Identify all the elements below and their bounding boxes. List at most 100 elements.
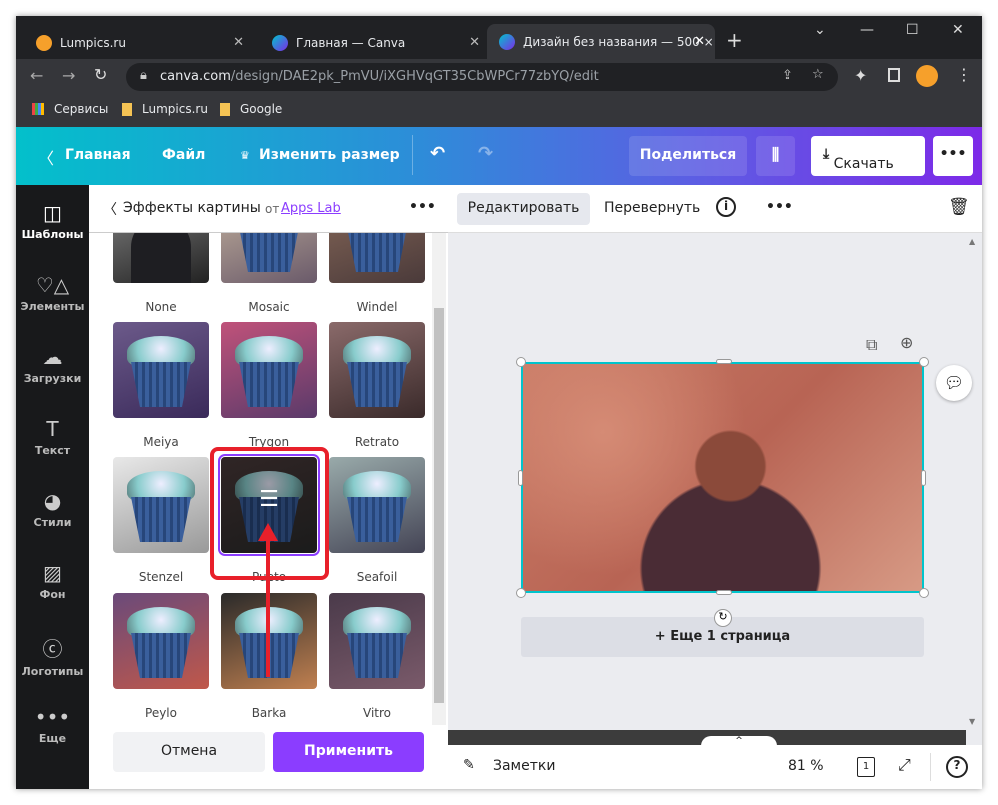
more-options-icon[interactable]: ••• (409, 199, 436, 215)
selected-image[interactable] (521, 362, 924, 593)
effect-thumbnail-meiya[interactable] (113, 322, 209, 418)
sidebar-item-logos[interactable]: ⓒ Логотипы (16, 633, 89, 678)
bookmark-lumpics[interactable]: Lumpics.ru (142, 102, 208, 116)
vertical-scrollbar[interactable]: ▲ ▼ (966, 233, 980, 728)
effect-label: Vitro (363, 706, 391, 720)
home-button[interactable]: Главная (65, 147, 131, 163)
insights-icon[interactable]: ⫼ (756, 136, 795, 176)
author-link[interactable]: Apps Lab (281, 201, 341, 216)
tab-title: Lumpics.ru (60, 35, 126, 50)
tab-search-icon[interactable]: ⌄ (814, 22, 826, 38)
sidebar-label: Элементы (20, 300, 85, 313)
effect-thumbnail-mosaic[interactable] (221, 233, 317, 283)
tab-design[interactable]: Дизайн без названия — 500 × ✕ (487, 24, 715, 59)
sidebar-item-text[interactable]: T Текст (16, 417, 89, 457)
apply-button[interactable]: Применить (273, 732, 424, 772)
new-tab-button[interactable]: + (726, 28, 743, 52)
sidebar-item-background[interactable]: ▨ Фон (16, 561, 89, 601)
edit-button[interactable]: Редактировать (457, 193, 590, 225)
effect-label: Peylo (145, 706, 177, 720)
upload-icon: ☁ (42, 345, 63, 369)
canva-header: 〈 Главная Файл ♛ Изменить размер ↶ ↷ Под… (16, 127, 982, 185)
address-bar[interactable]: 🔒︎ canva.com/design/DAE2pk_PmVU/iXGHVqGT3… (126, 63, 838, 91)
extensions-icon[interactable]: ✦ (854, 66, 867, 85)
add-page-icon[interactable]: ⊕ (900, 333, 913, 352)
rotate-icon[interactable]: ↻ (714, 609, 732, 627)
back-icon[interactable]: ← (30, 66, 43, 85)
close-icon[interactable]: ✕ (233, 35, 244, 50)
folder-icon (122, 103, 132, 116)
effect-thumbnail-none[interactable] (113, 233, 209, 283)
file-menu[interactable]: Файл (162, 147, 205, 163)
add-comment-button[interactable]: 💬︎ (936, 365, 972, 401)
sidebar-item-more[interactable]: ••• Еще (16, 705, 89, 745)
effect-thumbnail-seafoil[interactable] (329, 457, 425, 553)
sidebar-item-templates[interactable]: ◫ Шаблоны (16, 201, 89, 241)
more-icon: ••• (34, 705, 71, 729)
fullscreen-icon[interactable]: ⤢ (898, 755, 911, 775)
page-count-button[interactable]: 1 (857, 757, 875, 777)
close-icon[interactable]: ✕ (469, 35, 480, 50)
flip-button[interactable]: Перевернуть (604, 200, 700, 216)
menu-icon[interactable]: ⋮ (956, 65, 972, 84)
zoom-level[interactable]: 81 % (788, 758, 824, 774)
sidebar-item-uploads[interactable]: ☁ Загрузки (16, 345, 89, 385)
sidebar-label: Стили (33, 516, 72, 529)
share-icon[interactable]: ⇪ (782, 68, 793, 83)
lock-icon: 🔒︎ (140, 68, 147, 83)
sidebar-item-styles[interactable]: ◕ Стили (16, 489, 89, 529)
star-icon[interactable]: ☆ (812, 67, 824, 82)
resize-button[interactable]: Изменить размер (259, 147, 400, 163)
sidebar-label: Еще (38, 732, 67, 745)
effect-thumbnail-stenzel[interactable] (113, 457, 209, 553)
sidepanel-icon[interactable] (888, 68, 900, 82)
forward-icon[interactable]: → (62, 66, 75, 85)
effect-thumbnail-windel[interactable] (329, 233, 425, 283)
help-icon[interactable]: ? (946, 756, 968, 778)
more-icon[interactable]: ••• (766, 199, 793, 215)
red-arrow-annotation (258, 523, 278, 677)
redo-icon[interactable]: ↷ (478, 143, 493, 164)
background-icon: ▨ (43, 561, 62, 585)
duplicate-page-icon[interactable]: ⧉ (866, 335, 877, 355)
close-icon[interactable]: ✕ (694, 34, 705, 49)
url-path: /design/DAE2pk_PmVU/iXGHVqGT35CbWPCr77zb… (230, 69, 599, 84)
effect-label: Meiya (143, 435, 179, 449)
sidebar-label: Фон (39, 588, 66, 601)
reload-icon[interactable]: ↻ (94, 65, 107, 84)
notes-button[interactable]: Заметки (493, 758, 555, 774)
share-button[interactable]: Поделиться (629, 136, 747, 176)
orange-icon (36, 34, 52, 51)
effect-thumbnail-retrato[interactable] (329, 322, 425, 418)
trash-icon[interactable]: 🗑︎ (948, 197, 970, 217)
effect-thumbnail-peylo[interactable] (113, 593, 209, 689)
sidebar: ◫ Шаблоны ♡△ Элементы ☁ Загрузки T Текст ◕ Ст… (16, 185, 89, 789)
tab-lumpics[interactable]: Lumpics.ru ✕ (24, 26, 254, 59)
bookmark-services[interactable]: Сервисы (54, 102, 108, 116)
minimize-button[interactable]: — (860, 22, 874, 38)
download-button[interactable]: ⤓ Скачать (811, 136, 925, 176)
canva-icon (272, 34, 288, 51)
maximize-button[interactable]: ☐ (906, 22, 919, 38)
chevron-left-icon[interactable]: 〈 (38, 145, 54, 169)
profile-avatar[interactable] (916, 65, 938, 87)
effect-label: None (145, 300, 177, 314)
elements-icon: ♡△ (35, 273, 70, 297)
info-icon[interactable]: i (716, 197, 736, 217)
effect-thumbnail-trygon[interactable] (221, 322, 317, 418)
panel-scrollbar[interactable] (432, 233, 446, 725)
close-window-button[interactable]: ✕ (952, 22, 964, 38)
bookmark-google[interactable]: Google (240, 102, 282, 116)
back-chevron-icon[interactable]: 〈 (103, 199, 117, 219)
cancel-button[interactable]: Отмена (113, 732, 265, 772)
crown-icon: ♛ (240, 149, 250, 162)
tab-canva-home[interactable]: Главная — Canva ✕ (260, 26, 490, 59)
apps-icon (32, 103, 44, 115)
effect-thumbnail-vitro[interactable] (329, 593, 425, 689)
image-toolbar: Редактировать Перевернуть i ••• 🗑︎ (448, 185, 982, 233)
sidebar-label: Логотипы (21, 665, 84, 678)
sidebar-item-elements[interactable]: ♡△ Элементы (16, 273, 89, 313)
notes-icon: ✎ (463, 757, 475, 773)
more-button[interactable]: ••• (933, 136, 973, 176)
undo-icon[interactable]: ↶ (430, 143, 445, 164)
